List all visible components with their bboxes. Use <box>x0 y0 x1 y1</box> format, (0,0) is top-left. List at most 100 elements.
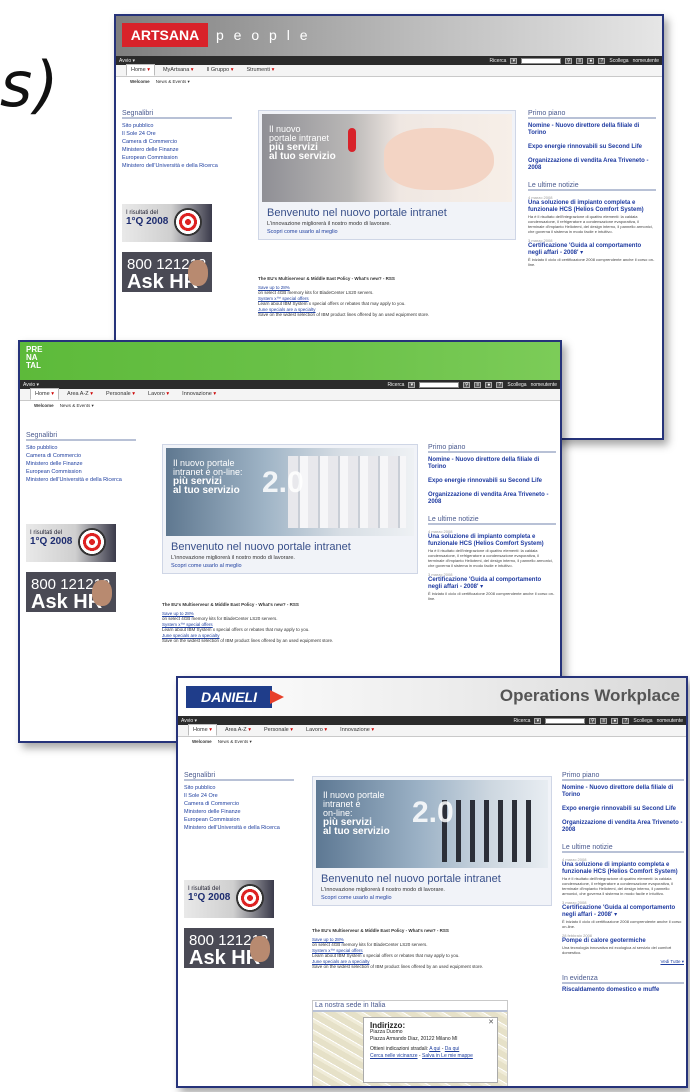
close-icon[interactable]: ✕ <box>488 1019 494 1026</box>
bookmark-link[interactable]: Ministero delle Finanze <box>26 460 136 468</box>
search-scope-icon[interactable]: ▾ <box>408 381 416 388</box>
tab-myartsana[interactable]: MyArtsana ▾ <box>158 64 199 76</box>
ask-hr-banner[interactable]: 800 121212 Ask HR <box>184 928 274 968</box>
ask-hr-banner[interactable]: 800 121212 Ask HR <box>122 252 212 292</box>
bookmark-link[interactable]: Ministero dell'Università e della Ricerc… <box>26 476 136 484</box>
news-link[interactable]: Una soluzione di impianto completa e fun… <box>562 862 684 876</box>
tab-home[interactable]: Home ▾ <box>188 724 217 736</box>
news-link[interactable]: Una soluzione di impianto completa e fun… <box>428 534 556 548</box>
search-icon[interactable]: ⚲ <box>463 381 471 388</box>
avvio-menu[interactable]: Avvio ▾ <box>181 718 197 724</box>
menu-icon[interactable]: ≡ <box>576 57 584 64</box>
user-icon[interactable]: ● <box>587 57 595 64</box>
bookmark-link[interactable]: Ministero delle Finanze <box>184 808 294 816</box>
results-banner[interactable]: I risultati del 1°Q 2008 <box>184 880 274 918</box>
news-link[interactable]: Certificazione 'Guida al comportamento n… <box>562 905 684 919</box>
subtab-news[interactable]: News & Events ▾ <box>218 739 252 744</box>
popup-address: Piazza Armando Diaz, 20122 Milano MI <box>370 1036 458 1042</box>
bookmark-link[interactable]: Camera di Commercio <box>184 800 294 808</box>
directions-from-link[interactable]: Da qui <box>445 1046 459 1052</box>
primo-piano-link[interactable]: Expo energie rinnovabili su Second Life <box>562 806 684 813</box>
subtab-welcome[interactable]: Welcome <box>130 79 150 84</box>
business-people-photo <box>442 800 538 862</box>
bookmark-link[interactable]: European Commission <box>122 154 232 162</box>
bookmark-link[interactable]: Il Sole 24 Ore <box>122 130 232 138</box>
search-nearby-link[interactable]: Cerca nelle vicinanze <box>370 1053 418 1059</box>
bookmark-link[interactable]: European Commission <box>184 816 294 824</box>
ask-hr-banner[interactable]: 800 121212 Ask HR <box>26 572 116 612</box>
results-banner[interactable]: I risultati del 1°Q 2008 <box>122 204 212 242</box>
tab-area-az[interactable]: Area A-Z ▾ <box>62 388 98 400</box>
bookmark-link[interactable]: Ministero delle Finanze <box>122 146 232 154</box>
help-icon[interactable]: ? <box>496 381 504 388</box>
search-icon[interactable]: ⚲ <box>589 717 597 724</box>
tab-area-az[interactable]: Area A-Z ▾ <box>220 724 256 736</box>
tab-lavoro[interactable]: Lavoro ▾ <box>301 724 332 736</box>
bookmark-link[interactable]: Sito pubblico <box>184 784 294 792</box>
bookmark-link[interactable]: Camera di Commercio <box>122 138 232 146</box>
location-map-box: La nostra sede in Italia ✕ Indirizzo: Pi… <box>312 1000 508 1086</box>
logout-link[interactable]: Scollega <box>633 718 652 724</box>
directions-to-link[interactable]: A qui <box>429 1046 440 1052</box>
news-link[interactable]: Una soluzione di impianto completa e fun… <box>528 200 656 214</box>
search-input[interactable] <box>419 381 460 388</box>
primo-piano-link[interactable]: Nomine - Nuovo direttore della filiale d… <box>428 457 556 471</box>
bookmark-link[interactable]: European Commission <box>26 468 136 476</box>
search-input[interactable] <box>545 717 586 724</box>
subtab-news[interactable]: News & Events ▾ <box>156 79 190 84</box>
search-scope-icon[interactable]: ▾ <box>534 717 542 724</box>
bookmark-link[interactable]: Il Sole 24 Ore <box>184 792 294 800</box>
search-label: Ricerca <box>489 57 507 64</box>
subtab-news[interactable]: News & Events ▾ <box>60 403 94 408</box>
tab-strumenti[interactable]: Strumenti ▾ <box>241 64 279 76</box>
tab-gruppo[interactable]: Il Gruppo ▾ <box>202 64 239 76</box>
help-icon[interactable]: ? <box>598 57 606 64</box>
see-all-link[interactable]: Vedi Tutte ▾ <box>562 959 684 965</box>
hero-link[interactable]: Scopri come usarlo al meglio <box>321 895 392 901</box>
bookmark-link[interactable]: Sito pubblico <box>26 444 136 452</box>
logout-link[interactable]: Scollega <box>609 58 628 64</box>
primo-piano-link[interactable]: Organizzazione di vendita Area Triveneto… <box>562 820 684 834</box>
tab-personale[interactable]: Personale ▾ <box>259 724 298 736</box>
bookmark-link[interactable]: Ministero dell'Università e della Ricerc… <box>184 824 294 832</box>
subtab-welcome[interactable]: Welcome <box>192 739 212 744</box>
hero-link[interactable]: Scopri come usarlo al meglio <box>267 229 338 235</box>
evidence-link[interactable]: Riscaldamento domestico e muffe <box>562 987 684 993</box>
map-title: La nostra sede in Italia <box>313 1001 507 1012</box>
menu-icon[interactable]: ≡ <box>474 381 482 388</box>
popup-directions-label: Ottieni indicazioni stradali: <box>370 1046 429 1052</box>
tab-innovazione[interactable]: Innovazione ▾ <box>177 388 221 400</box>
search-scope-icon[interactable]: ▾ <box>510 57 518 64</box>
user-icon[interactable]: ● <box>485 381 493 388</box>
news-link[interactable]: Pompe di calore geotermiche <box>562 938 684 945</box>
user-icon[interactable]: ● <box>611 717 619 724</box>
tab-innovazione[interactable]: Innovazione ▾ <box>335 724 379 736</box>
tab-home[interactable]: Home ▾ <box>30 388 59 400</box>
logout-link[interactable]: Scollega <box>507 382 526 388</box>
bookmark-link[interactable]: Sito pubblico <box>122 122 232 130</box>
tab-personale[interactable]: Personale ▾ <box>101 388 140 400</box>
hero-link[interactable]: Scopri come usarlo al meglio <box>171 563 242 569</box>
avvio-menu[interactable]: Avvio ▾ <box>119 58 135 64</box>
search-icon[interactable]: ⚲ <box>565 57 573 64</box>
menu-icon[interactable]: ≡ <box>600 717 608 724</box>
news-link[interactable]: Certificazione 'Guida al comportamento n… <box>528 243 656 257</box>
tab-lavoro[interactable]: Lavoro ▾ <box>143 388 174 400</box>
results-banner[interactable]: I risultati del 1°Q 2008 <box>26 524 116 562</box>
bookmark-link[interactable]: Ministero dell'Università e della Ricerc… <box>122 162 232 170</box>
primo-piano-link[interactable]: Organizzazione di vendita Area Triveneto… <box>528 158 656 172</box>
search-input[interactable] <box>521 57 562 64</box>
primo-piano-link[interactable]: Organizzazione di vendita Area Triveneto… <box>428 492 556 506</box>
bookmark-link[interactable]: Camera di Commercio <box>26 452 136 460</box>
help-icon[interactable]: ? <box>622 717 630 724</box>
primo-piano-link[interactable]: Nomine - Nuovo direttore della filiale d… <box>562 785 684 799</box>
avvio-menu[interactable]: Avvio ▾ <box>23 382 39 388</box>
primo-piano-link[interactable]: Nomine - Nuovo direttore della filiale d… <box>528 123 656 137</box>
save-map-link[interactable]: Salva in Le mie mappe <box>422 1053 473 1059</box>
news-link[interactable]: Certificazione 'Guida al comportamento n… <box>428 577 556 591</box>
tab-home[interactable]: Home ▾ <box>126 64 155 76</box>
subtab-welcome[interactable]: Welcome <box>34 403 54 408</box>
primo-piano-link[interactable]: Expo energie rinnovabili su Second Life <box>528 144 656 151</box>
main-tabs: Home ▾ MyArtsana ▾ Il Gruppo ▾ Strumenti… <box>116 64 662 77</box>
primo-piano-link[interactable]: Expo energie rinnovabili su Second Life <box>428 478 556 485</box>
